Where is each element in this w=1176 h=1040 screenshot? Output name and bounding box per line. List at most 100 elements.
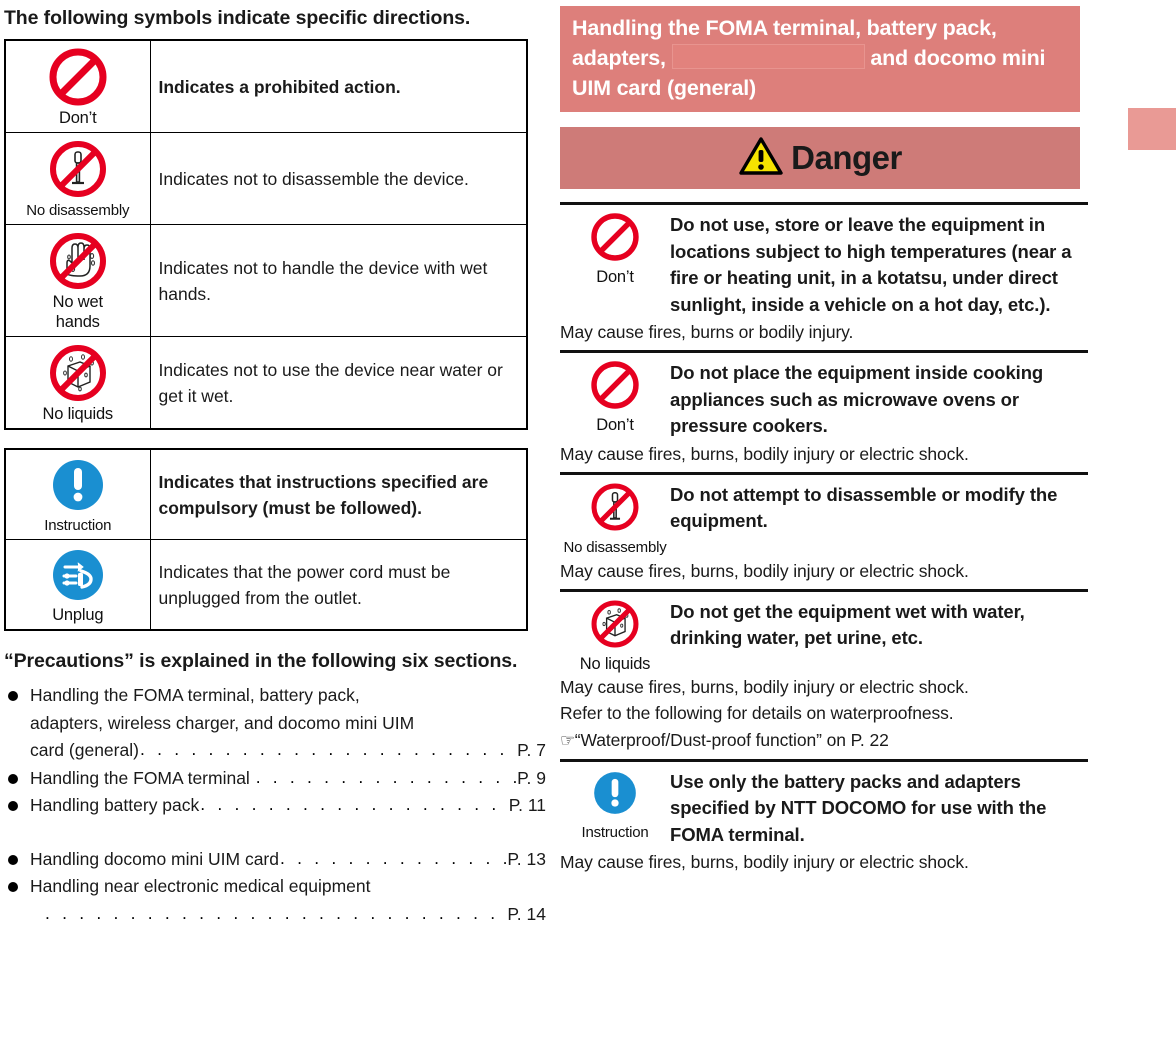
no-liquids-icon xyxy=(589,598,641,655)
symbol-label: Don’t xyxy=(596,416,634,434)
danger-banner: Danger xyxy=(560,127,1080,189)
symbol-description: Indicates a prohibited action. xyxy=(158,76,401,97)
section-header: Handling the FOMA terminal, battery pack… xyxy=(560,6,1080,112)
toc-line-1: Handling the FOMA terminal, battery pack… xyxy=(30,685,360,705)
warning-title: Use only the battery packs and adapters … xyxy=(670,770,1047,845)
warning-row: Instruction Use only the battery packs a… xyxy=(560,762,1092,849)
warning-icon-cell: No disassembly xyxy=(560,478,670,557)
warning-title: Do not use, store or leave the equipment… xyxy=(670,214,1072,315)
toc-line-2: . . . . . . . . . . . . . . . . . . . . … xyxy=(30,901,546,929)
bullet-icon xyxy=(8,801,18,811)
toc-page-number: P. 13 xyxy=(507,848,546,869)
warning-block: Don’t Do not place the equipment inside … xyxy=(560,353,1092,467)
warning-row: Don’t Do not use, store or leave the equ… xyxy=(560,205,1092,318)
toc-page-number: P. 9 xyxy=(517,767,546,788)
warning-note: Refer to the following for details on wa… xyxy=(560,702,954,723)
warning-title: Do not place the equipment inside cookin… xyxy=(670,362,1044,436)
toc-line: Handling battery pack . . . . . . . . . … xyxy=(30,792,546,820)
symbol-table-prohibitions: Don’t Indicates a prohibited action. No … xyxy=(4,39,528,430)
list-item[interactable]: Handling the FOMA terminal . . . . . . .… xyxy=(4,765,546,793)
instruction-icon xyxy=(8,455,148,515)
toc-line-2: adapters, wireless charger, and docomo m… xyxy=(30,712,415,733)
table-row: No liquids Indicates not to use the devi… xyxy=(4,336,528,430)
toc-text: card (general) xyxy=(30,740,139,760)
symbol-description: Indicates not to handle the device with … xyxy=(158,257,488,304)
toc-text: Handling battery pack xyxy=(30,795,200,815)
warning-icon-cell: No liquids xyxy=(560,595,670,674)
toc-page-number: P. 7 xyxy=(517,740,546,760)
symbol-description-cell: Indicates a prohibited action. xyxy=(149,39,528,133)
symbol-cell: No wet hands xyxy=(4,224,151,337)
toc-line: Handling docomo mini UIM card . . . . . … xyxy=(30,846,546,874)
bullet-icon xyxy=(8,691,18,701)
prohibition-icon xyxy=(8,46,148,108)
symbol-cell: No liquids xyxy=(4,336,151,430)
symbol-cell: Unplug xyxy=(4,539,151,631)
warning-row: Don’t Do not place the equipment inside … xyxy=(560,353,1092,440)
no-disassembly-icon xyxy=(8,138,148,200)
toc-page-number: P. 14 xyxy=(507,903,546,924)
symbol-label-line2: hands xyxy=(55,313,100,331)
warning-block: No liquids Do not get the equipment wet … xyxy=(560,592,1092,754)
danger-label: Danger xyxy=(791,139,902,176)
reference-text: “Waterproof/Dust-proof function” on P. 2… xyxy=(574,729,889,750)
redacted-text-box xyxy=(671,44,865,69)
symbol-description: Indicates not to disassemble the device. xyxy=(158,168,469,189)
symbol-description-cell: Indicates not to disassemble the device. xyxy=(149,132,528,225)
symbols-heading: The following symbols indicate specific … xyxy=(4,7,471,29)
symbol-label: Instruction xyxy=(581,823,649,841)
symbol-description-cell: Indicates that instructions specified ar… xyxy=(149,448,528,540)
warning-note: May cause fires, burns, bodily injury or… xyxy=(560,676,969,697)
symbol-cell: Instruction xyxy=(4,448,151,540)
toc-line-3: card (general) . . . . . . . . . . . . .… xyxy=(30,737,546,765)
warning-block: Instruction Use only the battery packs a… xyxy=(560,762,1092,876)
list-item[interactable]: Handling near electronic medical equipme… xyxy=(4,873,546,928)
toc-spacer xyxy=(4,820,546,846)
warning-triangle-icon xyxy=(738,136,784,181)
warning-row: No liquids Do not get the equipment wet … xyxy=(560,592,1092,674)
symbol-description: Indicates that the power cord must be un… xyxy=(158,561,451,608)
symbol-table-instructions: Instruction Indicates that instructions … xyxy=(4,448,528,631)
toc-line: Handling the FOMA terminal . . . . . . .… xyxy=(30,765,546,793)
left-column: The following symbols indicate specific … xyxy=(0,0,556,1040)
symbol-label: No disassembly xyxy=(26,202,130,219)
warning-icon-cell: Instruction xyxy=(560,765,670,842)
warning-note: May cause fires, burns, bodily injury or… xyxy=(560,443,969,464)
symbol-label: No liquids xyxy=(579,654,651,673)
toc-list: Handling the FOMA terminal, battery pack… xyxy=(4,682,546,928)
table-row: Instruction Indicates that instructions … xyxy=(4,448,528,540)
symbol-label: Don’t xyxy=(58,109,97,127)
page-root: The following symbols indicate specific … xyxy=(0,0,1176,1040)
bullet-icon xyxy=(8,854,18,865)
symbol-label: No disassembly xyxy=(563,538,667,556)
leader-dots: . . . . . . . . . . . . . . . . . . . . … xyxy=(139,739,516,759)
symbol-label: Instruction xyxy=(44,517,112,534)
symbol-cell: No disassembly xyxy=(4,132,151,225)
prohibition-icon xyxy=(589,359,641,416)
leader-dots: . . . . . . . . . . . . . . . . . . . . … xyxy=(45,902,506,923)
toc-text: Handling docomo mini UIM card xyxy=(30,848,279,869)
toc-text: Handling the FOMA terminal xyxy=(30,767,255,788)
page-edge-tab xyxy=(1128,108,1176,150)
warning-note-reference: ☞“Waterproof/Dust-proof function” on P. … xyxy=(560,727,1092,754)
toc-line-1: Handling near electronic medical equipme… xyxy=(30,876,371,896)
leader-dots: . . . . . . . . . . . . . . . . . . . . … xyxy=(200,794,507,814)
symbol-description-cell: Indicates not to handle the device with … xyxy=(149,224,528,337)
warning-note: May cause fires, burns, bodily injury or… xyxy=(560,852,969,872)
list-item[interactable]: Handling docomo mini UIM card . . . . . … xyxy=(4,846,546,874)
warning-title: Do not attempt to disassemble or modify … xyxy=(670,483,1058,532)
symbol-label: Don’t xyxy=(596,268,634,286)
list-item[interactable]: Handling the FOMA terminal, battery pack… xyxy=(4,682,546,765)
warning-block: Don’t Do not use, store or leave the equ… xyxy=(560,205,1092,345)
warning-note: May cause fires, burns, bodily injury or… xyxy=(560,560,969,581)
unplug-icon xyxy=(8,545,148,605)
no-disassembly-icon xyxy=(589,481,641,538)
symbol-label: Unplug xyxy=(52,606,104,624)
instruction-icon xyxy=(590,768,640,823)
toc-page-number: P. 11 xyxy=(508,795,546,815)
warning-note: May cause fires, burns or bodily injury. xyxy=(560,322,854,342)
table-row: No disassembly Indicates not to disassem… xyxy=(4,132,528,225)
list-item[interactable]: Handling battery pack . . . . . . . . . … xyxy=(4,792,546,820)
table-row: Unplug Indicates that the power cord mus… xyxy=(4,539,528,631)
symbol-description-cell: Indicates that the power cord must be un… xyxy=(149,539,528,631)
